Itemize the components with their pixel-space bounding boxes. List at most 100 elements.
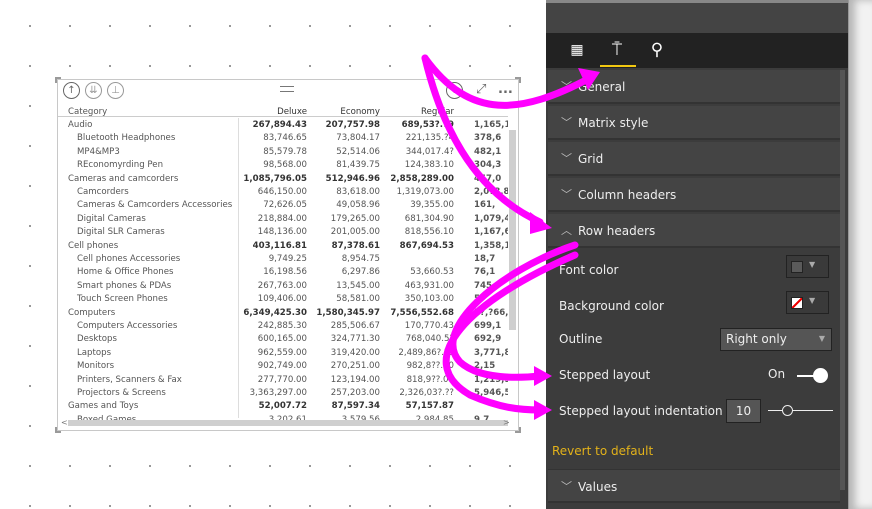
value-cell: 1,319,073.00	[396, 187, 454, 197]
horizontal-scrollbar[interactable]	[68, 420, 508, 426]
section-column-headers[interactable]: ﹀ Column headers	[548, 178, 840, 212]
value-cell: 124,383.10	[404, 160, 454, 171]
value-cell: 2,858,289.00	[390, 173, 454, 184]
value-cell: 161,	[474, 200, 496, 211]
font-color-picker[interactable]: ▼	[786, 255, 829, 278]
table-row[interactable]: Camcorders 646,150.00 83,618.00 1,319,073.0…	[58, 187, 508, 200]
table-row[interactable]: MP4&MP3 85,579.78 52,514.06 344,017.4? 482,1	[58, 147, 508, 160]
chevron-up-icon: ︿	[561, 224, 572, 237]
table-row-group[interactable]: Cell phones 403,116.81 87,378.61 867,694.53…	[58, 241, 508, 254]
row-header: Digital SLR Cameras	[77, 227, 165, 238]
indentation-slider[interactable]	[768, 404, 833, 416]
outline-dropdown[interactable]: Right only ▼	[720, 328, 832, 351]
section-general[interactable]: ﹀ General	[548, 70, 840, 104]
column-header-row: Category Deluxe Economy Regular	[58, 107, 508, 120]
value-cell: 221,135.?4	[405, 133, 454, 144]
resize-handle[interactable]	[515, 427, 521, 433]
resize-handle[interactable]	[55, 427, 61, 433]
report-canvas[interactable]: ↑ ⇊ ⊥ ↓ ⤢ ... Category Deluxe Economy Regul…	[0, 0, 546, 509]
value-cell: 463,931.00	[404, 280, 454, 291]
row-header: Desktops	[77, 334, 117, 345]
value-cell: 646,150.00	[257, 187, 307, 197]
value-cell: 9,749.25	[268, 254, 307, 264]
table-row-group[interactable]: Cameras and camcorders 1,085,796.05 512,94…	[58, 174, 508, 187]
table-row-group[interactable]: Games and Toys 52,007.72 87,597.34 57,157.8…	[58, 401, 508, 414]
drill-down-all-icon[interactable]: ⇊	[85, 82, 102, 99]
value-cell: 39,355.00	[410, 200, 454, 211]
drill-mode-icon[interactable]: ↓	[446, 82, 463, 99]
row-header: Printers, Scanners & Fax	[77, 374, 182, 385]
drill-up-icon[interactable]: ↑	[63, 82, 80, 99]
row-header: Audio	[68, 120, 93, 130]
section-label: Grid	[578, 152, 604, 166]
resize-handle[interactable]	[515, 77, 521, 83]
value-cell: 285,506.67	[330, 321, 380, 331]
table-row[interactable]: Touch Screen Phones 109,406.00 58,581.00 35…	[58, 294, 508, 307]
indentation-input[interactable]: 10	[726, 399, 761, 423]
row-header-outline	[238, 118, 239, 418]
table-row[interactable]: Laptops 962,559.00 319,420.00 2,489,86?.?5 3…	[58, 348, 508, 361]
matrix-visual[interactable]: ↑ ⇊ ⊥ ↓ ⤢ ... Category Deluxe Economy Regul…	[55, 77, 521, 433]
value-cell: 73,804.17	[336, 133, 380, 144]
active-tab-indicator	[600, 65, 636, 67]
table-row[interactable]: REconomyrding Pen 98,568.00 81,439.75 124,3…	[58, 160, 508, 173]
expand-hierarchy-icon[interactable]: ⊥	[107, 82, 124, 99]
scroll-left-icon[interactable]: <	[61, 418, 68, 427]
value-cell: 52,514.06	[336, 146, 380, 157]
table-row[interactable]: Cell phones Accessories 9,749.25 8,954.75 1…	[58, 254, 508, 267]
value-cell: 207,757.98	[325, 120, 380, 130]
revert-to-default-link[interactable]: Revert to default	[552, 444, 653, 458]
table-row[interactable]: Bluetooth Headphones 83,746.65 73,804.17 22…	[58, 133, 508, 146]
value-cell: 3,771,8	[474, 347, 508, 358]
value-cell: 867,694.53	[399, 240, 454, 251]
table-row[interactable]: Smart phones & PDAs 267,763.00 13,545.00 46…	[58, 281, 508, 294]
section-row-headers[interactable]: ︿ Row headers	[548, 214, 840, 248]
value-cell: 267,894.43	[252, 120, 307, 130]
vertical-scrollbar[interactable]	[509, 130, 516, 330]
value-cell: 83,746.65	[263, 133, 307, 144]
value-cell: 1,165,1	[474, 120, 508, 130]
pane-scrollbar[interactable]	[840, 70, 845, 490]
outline-label: Outline	[559, 332, 603, 346]
header-divider	[58, 116, 508, 117]
scroll-right-icon[interactable]: >	[503, 418, 510, 427]
table-row[interactable]: Printers, Scanners & Fax 277,770.00 123,19…	[58, 375, 508, 388]
focus-mode-icon[interactable]: ⤢	[476, 82, 486, 97]
value-cell: 1,580,345.97	[316, 307, 380, 318]
table-row[interactable]: Digital SLR Cameras 148,136.00 201,005.00 8…	[58, 227, 508, 240]
table-row[interactable]: Digital Cameras 218,884.00 179,265.00 681,3…	[58, 214, 508, 227]
table-row-group[interactable]: Audio 267,894.43 207,757.98 689,53?.?9 1,165…	[58, 120, 508, 133]
fields-grid-icon[interactable]: ▦	[564, 39, 590, 61]
value-cell: 87,597.34	[331, 401, 380, 412]
more-options-icon[interactable]: ...	[498, 82, 513, 97]
value-cell: 49,058.96	[336, 200, 380, 211]
background-color-label: Background color	[559, 299, 664, 313]
section-label: General	[578, 80, 626, 94]
table-row[interactable]: Cameras & Camcorders Accessories 72,626.0…	[58, 200, 508, 213]
drag-grip-icon[interactable]	[280, 86, 294, 92]
dropdown-arrow-icon: ▼	[809, 260, 816, 269]
table-row[interactable]: Projectors & Screens 3,363,297.00 257,203.…	[58, 388, 508, 401]
section-matrix-style[interactable]: ﹀ Matrix style	[548, 106, 840, 140]
value-cell: 98,568.00	[263, 160, 307, 171]
background-color-picker[interactable]: ▼	[786, 291, 829, 314]
stepped-layout-toggle[interactable]	[797, 368, 828, 383]
section-grid[interactable]: ﹀ Grid	[548, 142, 840, 176]
chevron-down-icon: ﹀	[561, 480, 572, 493]
table-row[interactable]: Desktops 600,165.00 324,771.30 768,040.5? 69…	[58, 334, 508, 347]
value-cell: 81,439.75	[336, 160, 380, 171]
analytics-magnifier-icon[interactable]: ⚲	[644, 39, 670, 61]
chevron-down-icon: ﹀	[561, 152, 572, 165]
resize-handle[interactable]	[55, 77, 61, 83]
value-cell: 689,53?.?9	[401, 120, 454, 130]
value-cell: 3,363,297.00	[249, 388, 307, 398]
table-row[interactable]: Home & Office Phones 16,198.56 6,297.86 53,…	[58, 267, 508, 280]
row-header: MP4&MP3	[77, 146, 120, 157]
pane-tabs: ▦ ⍑ ⚲	[546, 33, 848, 68]
table-row[interactable]: Computers Accessories 242,885.30 285,506.6…	[58, 321, 508, 334]
table-row-group[interactable]: Computers 6,349,425.30 1,580,345.97 7,556,5…	[58, 308, 508, 321]
table-row[interactable]: Monitors 902,749.00 270,251.00 982,8??.00 2,…	[58, 361, 508, 374]
paint-roller-icon[interactable]: ⍑	[604, 39, 630, 61]
section-label: Column headers	[578, 188, 677, 202]
section-values[interactable]: ﹀ Values	[548, 469, 840, 503]
